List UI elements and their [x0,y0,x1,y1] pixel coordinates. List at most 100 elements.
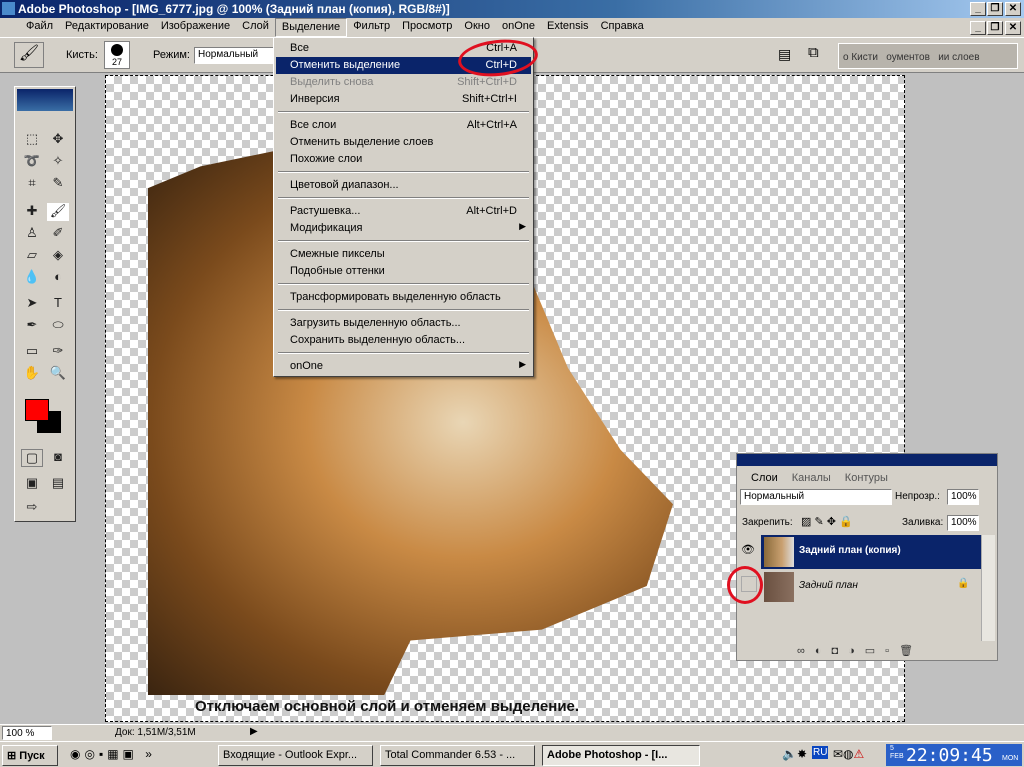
hand-icon[interactable]: ✋ [21,365,43,383]
tab-channels[interactable]: Каналы [788,470,835,486]
type-icon[interactable]: T [47,295,69,313]
lasso-icon[interactable]: ➰ [21,153,43,171]
palette-well[interactable]: о Кисти оументов ии слоев [838,43,1018,69]
fill-input[interactable]: 100% [947,515,979,531]
path-select-icon[interactable]: ➤ [21,295,43,313]
layer-row-background[interactable]: Задний план 🔒 [761,570,981,604]
eye-icon[interactable]: 👁 [741,543,755,556]
bucket-icon[interactable]: ◈ [47,247,69,265]
lock-icons[interactable]: ▨ ✎ ✥ 🔒 [801,515,853,528]
menu-item-label: Подобные оттенки [290,265,385,277]
menu-item-7[interactable]: Цветовой диапазон... [276,177,531,194]
move-icon[interactable]: ✥ [47,131,69,149]
brush-icon[interactable]: 🖌 [47,203,69,221]
menu-item-11[interactable]: Подобные оттенки [276,263,531,280]
file-browser-icon[interactable]: ▤ [778,46,791,63]
menu-item-10[interactable]: Смежные пикселы [276,246,531,263]
fullscreen-menu-icon[interactable]: ▤ [47,475,69,493]
menu-separator [278,309,529,311]
palette-icon[interactable]: ⧉ [808,44,819,61]
standard-mode-icon[interactable]: ▢ [21,449,43,467]
layer-row-copy[interactable]: Задний план (копия) [761,535,981,569]
tray-icons[interactable]: 🔈✸ [782,747,807,761]
menu-item-4[interactable]: Все слои Alt+Ctrl+A [276,117,531,134]
quicklaunch-icons[interactable]: ◉◎▪▦▣ » [70,747,156,761]
imageready-icon[interactable]: ⇨ [21,499,43,517]
menu-item-shortcut: Shift+Ctrl+D [457,76,517,88]
status-arrow-icon[interactable]: ▶ [250,726,258,737]
menu-item-label: Отменить выделение слоев [290,136,434,148]
layers-scrollbar[interactable] [981,535,995,641]
menu-item-label: Растушевка... [290,205,361,217]
tab-paths[interactable]: Контуры [841,470,892,486]
doc-restore-button[interactable]: ❐ [987,21,1003,35]
healing-icon[interactable]: ✚ [21,203,43,221]
screen-mode-icon[interactable]: ▣ [21,475,43,493]
slice-icon[interactable]: ✎ [47,175,69,193]
crop-icon[interactable]: ⌗ [21,175,43,193]
weekday: MON [1002,755,1019,762]
menu-7[interactable]: Окно [458,18,496,37]
brush-picker[interactable]: 27 [104,41,130,69]
magic-wand-icon[interactable]: ✧ [47,153,69,171]
opacity-input[interactable]: 100% [947,489,979,505]
doc-minimize-button[interactable]: _ [970,21,986,35]
clock[interactable]: 5 FEB 22:09:45 MON [886,744,1022,766]
menu-bar: Файл Редактирование Изображение Слой Выделен… [0,18,1024,37]
mode-select[interactable]: Нормальный [194,47,274,64]
blend-mode-select[interactable]: Нормальный [740,489,892,505]
notes-icon[interactable]: ▭ [21,343,43,361]
menu-item-9[interactable]: Модификация ▶ [276,220,531,237]
menu-6[interactable]: Просмотр [396,18,458,37]
menu-5[interactable]: Фильтр [347,18,396,37]
menu-item-label: Все [290,42,309,54]
stamp-icon[interactable]: ♙ [21,225,43,243]
menu-item-12[interactable]: Трансформировать выделенную область [276,289,531,306]
panel-tabs: Слои Каналы Контуры [737,470,892,486]
menu-item-shortcut: Alt+Ctrl+D [466,205,517,217]
menu-item-label: Загрузить выделенную область... [290,317,461,329]
language-indicator[interactable]: RU [812,746,829,759]
dodge-icon[interactable]: ◐ [47,269,69,287]
zoom-icon[interactable]: 🔍 [47,365,69,383]
restore-button[interactable]: ❐ [987,2,1003,16]
minimize-button[interactable]: _ [970,2,986,16]
menu-item-3[interactable]: Инверсия Shift+Ctrl+I [276,91,531,108]
task-photoshop[interactable]: Adobe Photoshop - [I... [542,745,700,766]
tab-layers[interactable]: Слои [747,470,782,486]
menu-8[interactable]: onOne [496,18,541,37]
quickmask-icon[interactable]: ◙ [47,449,69,467]
menu-2[interactable]: Изображение [155,18,236,37]
brush-tool-preset[interactable]: 🖌 [14,42,44,68]
doc-close-button[interactable]: ✕ [1005,21,1021,35]
menu-item-13[interactable]: Загрузить выделенную область... [276,315,531,332]
marquee-icon[interactable]: ⬚ [21,131,43,149]
eraser-icon[interactable]: ▱ [21,247,43,265]
toolbox: ⬚ ✥ ➰ ✧ ⌗ ✎ ✚ 🖌 ♙ ✐ ▱ ◈ 💧 ◐ ➤ T ✒ ⬭ ▭ ✑ ✋ 🔍 ▢ ◙ ▣ ▤ ⇨ [14,86,76,522]
start-button[interactable]: ⊞ Пуск [2,745,58,766]
toolbox-header [17,89,73,111]
task-total-commander[interactable]: Total Commander 6.53 - ... [380,745,535,766]
foreground-color-front [25,399,49,421]
close-button[interactable]: ✕ [1005,2,1021,16]
tray-icons-2[interactable]: ✉◍⚠ [833,747,864,761]
history-brush-icon[interactable]: ✐ [47,225,69,243]
menu-item-15[interactable]: onOne ▶ [276,358,531,375]
pen-icon[interactable]: ✒ [21,317,43,335]
menu-0[interactable]: Файл [20,18,59,37]
menu-4[interactable]: Выделение [274,18,348,37]
menu-10[interactable]: Справка [595,18,650,37]
menu-3[interactable]: Слой [236,18,275,37]
blur-icon[interactable]: 💧 [21,269,43,287]
panel-footer-icons[interactable]: ∞◐◘◑▭▫🗑 [797,644,923,657]
eyedropper-icon[interactable]: ✑ [47,343,69,361]
shape-icon[interactable]: ⬭ [47,317,69,335]
menu-item-8[interactable]: Растушевка... Alt+Ctrl+D [276,203,531,220]
menu-item-6[interactable]: Похожие слои [276,151,531,168]
task-outlook[interactable]: Входящие - Outlook Expr... [218,745,373,766]
zoom-field[interactable]: 100 % [2,726,52,740]
menu-9[interactable]: Extensis [541,18,595,37]
menu-item-14[interactable]: Сохранить выделенную область... [276,332,531,349]
menu-1[interactable]: Редактирование [59,18,155,37]
menu-item-5[interactable]: Отменить выделение слоев [276,134,531,151]
